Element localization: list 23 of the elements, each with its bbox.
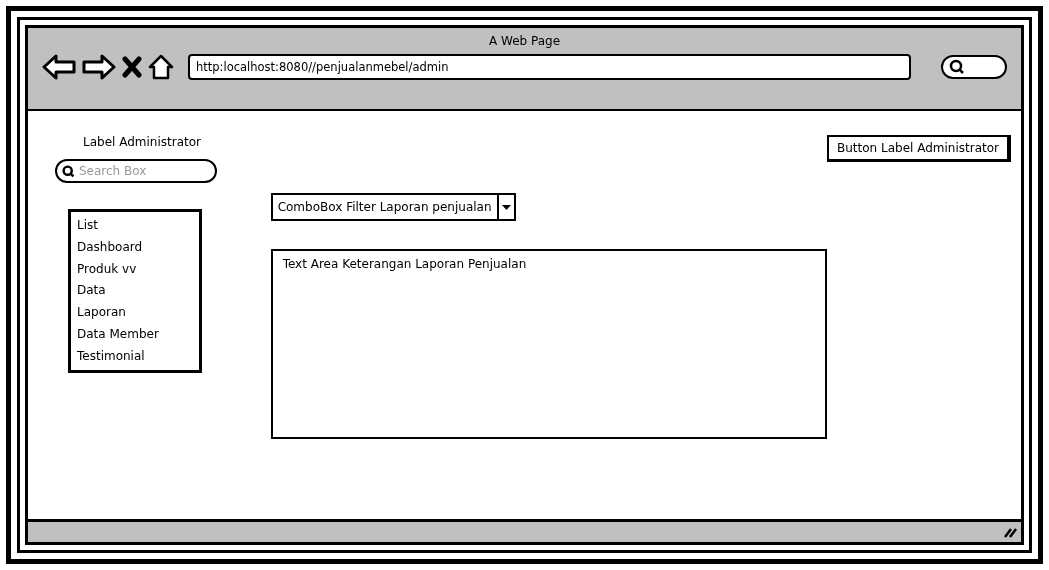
home-icon[interactable] bbox=[148, 54, 174, 80]
close-icon[interactable] bbox=[122, 56, 142, 78]
window-title: A Web Page bbox=[487, 34, 562, 48]
list-item[interactable]: Dashboard bbox=[77, 236, 193, 259]
list-item[interactable]: Laporan bbox=[77, 302, 193, 324]
dropdown-icon bbox=[501, 204, 511, 210]
administrator-label: Label Administrator bbox=[83, 135, 202, 149]
resize-grip-icon[interactable] bbox=[1003, 526, 1017, 538]
list-item[interactable]: Data bbox=[77, 280, 193, 303]
list-item[interactable]: Testimonial bbox=[77, 345, 193, 368]
search-field[interactable]: Search Box bbox=[55, 159, 217, 183]
list-item[interactable]: Produk vv bbox=[77, 258, 193, 281]
back-icon[interactable] bbox=[42, 54, 76, 80]
address-bar[interactable]: http:localhost:8080//penjualanmebel/admin bbox=[188, 54, 911, 80]
list-item[interactable]: List bbox=[77, 215, 193, 237]
filter-combobox[interactable]: ComboBox Filter Laporan penjualan bbox=[270, 193, 516, 221]
list-item[interactable]: Data Member bbox=[77, 324, 193, 346]
search-field[interactable] bbox=[941, 55, 1007, 79]
administrator-button[interactable]: Button Label Administrator bbox=[827, 135, 1011, 162]
search-icon bbox=[949, 59, 965, 75]
forward-icon[interactable] bbox=[82, 54, 116, 80]
text-area[interactable]: Text Area Keterangan Laporan Penjualan bbox=[270, 249, 827, 439]
search-icon bbox=[62, 165, 75, 178]
